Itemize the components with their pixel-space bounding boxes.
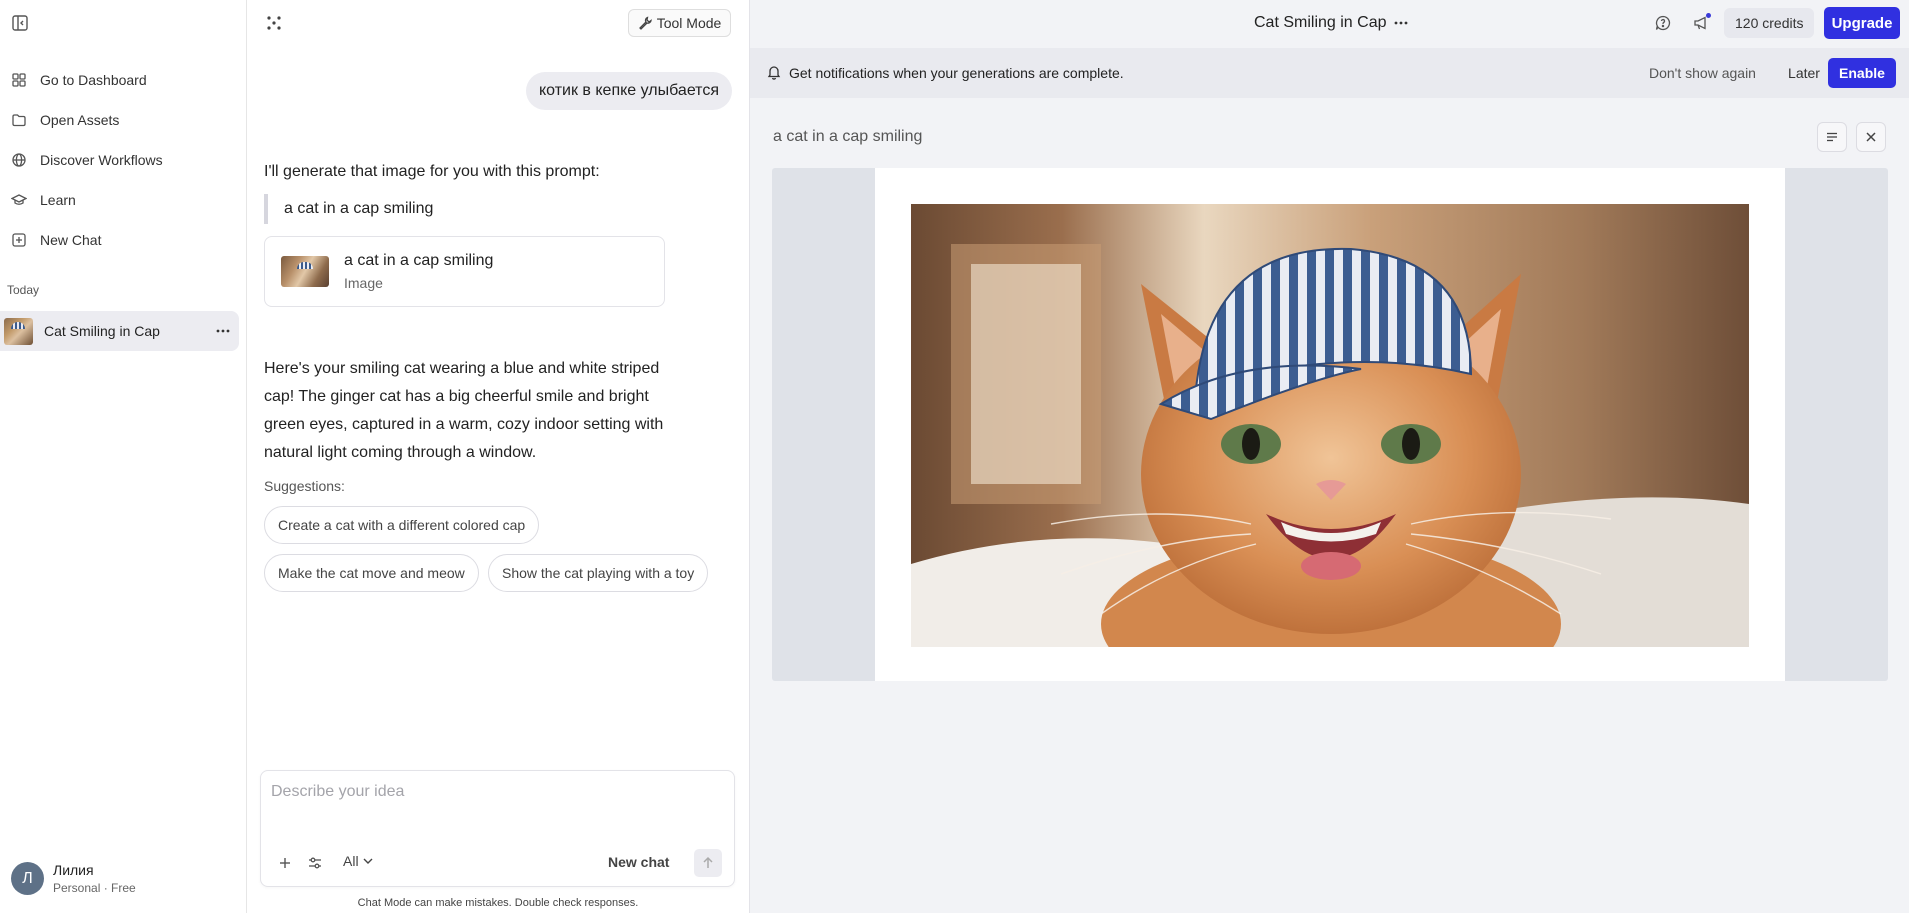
sidebar-item-label: Go to Dashboard [40, 72, 147, 88]
prompt-quote: a cat in a cap smiling [264, 194, 433, 224]
preview-panel: Cat Smiling in Cap 120 credits Upgrade G… [749, 0, 1909, 913]
dont-show-again-button[interactable]: Don't show again [1649, 65, 1756, 81]
later-button[interactable]: Later [1780, 58, 1828, 88]
cat-photo-illustration [911, 204, 1749, 647]
enable-button[interactable]: Enable [1828, 58, 1896, 88]
mode-select-value: All [343, 853, 359, 869]
sidebar-item-workflows[interactable]: Discover Workflows [0, 140, 247, 180]
send-button[interactable] [694, 849, 722, 877]
close-preview-button[interactable] [1856, 122, 1886, 152]
move-icon[interactable] [265, 14, 283, 32]
suggestions-label: Suggestions: [264, 478, 345, 494]
chat-thumbnail [4, 317, 33, 345]
more-options-icon[interactable] [215, 323, 231, 339]
sidebar-item-label: Learn [40, 192, 76, 208]
chat-history-title: Cat Smiling in Cap [44, 323, 160, 339]
wrench-icon [638, 16, 652, 30]
sidebar-item-label: Open Assets [40, 112, 120, 128]
notification-text: Get notifications when your generations … [789, 65, 1124, 81]
more-options-icon[interactable] [1393, 15, 1409, 31]
assistant-response: Here's your smiling cat wearing a blue a… [264, 360, 664, 461]
globe-icon [11, 152, 27, 168]
asset-type: Image [344, 275, 383, 291]
sidebar-item-label: New Chat [40, 232, 102, 248]
prompt-input[interactable] [271, 783, 721, 823]
asset-title: a cat in a cap smiling [344, 252, 494, 269]
folder-icon [11, 112, 27, 128]
sidebar-item-dashboard[interactable]: Go to Dashboard [0, 60, 247, 100]
avatar: Л [11, 862, 44, 895]
sidebar-item-learn[interactable]: Learn [0, 180, 247, 220]
text-lines-icon [1825, 130, 1839, 144]
arrow-up-icon [703, 856, 713, 868]
tool-mode-button[interactable]: Tool Mode [628, 9, 731, 37]
image-canvas [772, 168, 1888, 681]
sidebar-item-assets[interactable]: Open Assets [0, 100, 247, 140]
add-attachment-button[interactable] [274, 852, 296, 874]
graduation-cap-icon [11, 192, 27, 208]
section-heading-today: Today [7, 283, 40, 297]
sidebar: Go to Dashboard Open Assets Discover Wor… [0, 0, 247, 913]
chat-panel: Tool Mode котик в кепке улыбается I'll g… [248, 0, 748, 913]
disclaimer: Chat Mode can make mistakes. Double chec… [357, 897, 639, 909]
plus-square-icon [11, 232, 27, 248]
generated-asset-card[interactable]: a cat in a cap smiling Image [264, 236, 665, 307]
assistant-intro: I'll generate that image for you with th… [264, 163, 600, 180]
chevron-down-icon [362, 855, 374, 867]
tool-mode-label: Tool Mode [656, 15, 722, 31]
notification-banner: Get notifications when your generations … [750, 48, 1909, 98]
new-chat-button[interactable]: New chat [608, 854, 669, 870]
close-icon [1864, 130, 1878, 144]
suggestion-chip[interactable]: Create a cat with a different colored ca… [264, 506, 540, 544]
user-plan: Personal · Free [53, 881, 136, 895]
settings-sliders-button[interactable] [304, 852, 326, 874]
sidebar-nav: Go to Dashboard Open Assets Discover Wor… [0, 60, 247, 260]
mode-select[interactable]: All [343, 853, 374, 869]
credits-badge[interactable]: 120 credits [1724, 8, 1815, 38]
chat-history-item[interactable]: Cat Smiling in Cap [0, 311, 239, 351]
suggestion-chip[interactable]: Make the cat move and meow [264, 554, 479, 592]
sidebar-toggle-icon[interactable] [11, 14, 29, 32]
sidebar-item-label: Discover Workflows [40, 152, 163, 168]
grid-icon [11, 72, 27, 88]
feedback-icon[interactable] [1654, 14, 1672, 32]
notification-dot [1706, 13, 1711, 18]
sidebar-item-new-chat[interactable]: New Chat [0, 220, 247, 260]
asset-thumbnail [281, 256, 329, 287]
upgrade-button[interactable]: Upgrade [1824, 7, 1900, 39]
sliders-icon [309, 857, 321, 869]
user-profile[interactable]: Л Лилия Personal · Free [11, 862, 136, 895]
image-frame [875, 168, 1785, 681]
user-name: Лилия [53, 862, 94, 878]
bell-icon [766, 64, 782, 80]
plus-icon [280, 858, 290, 868]
preview-prompt: a cat in a cap smiling [773, 128, 923, 145]
details-button[interactable] [1817, 122, 1847, 152]
user-message: котик в кепке улыбается [525, 72, 732, 110]
suggestion-chip[interactable]: Show the cat playing with a toy [488, 554, 709, 592]
generated-image[interactable] [911, 204, 1749, 647]
preview-header: Cat Smiling in Cap 120 credits Upgrade [750, 0, 1909, 46]
preview-title[interactable]: Cat Smiling in Cap [1254, 14, 1387, 32]
composer: All New chat [260, 770, 735, 887]
